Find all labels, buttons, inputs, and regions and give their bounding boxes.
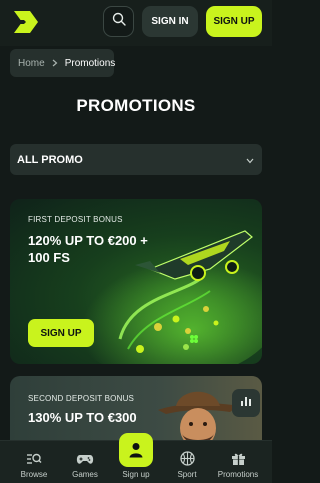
user-icon <box>129 443 143 458</box>
page-title: PROMOTIONS <box>76 96 196 115</box>
promo-filter-select[interactable]: ALL PROMO <box>10 144 262 175</box>
nav-item-games[interactable]: Games <box>58 441 112 483</box>
nav-item-sport[interactable]: Sport <box>160 441 214 483</box>
promo-title-line1: 120% UP TO €200 + <box>28 233 148 248</box>
promo-eyebrow: SECOND DEPOSIT BONUS <box>28 394 135 403</box>
browse-icon <box>27 453 42 464</box>
sign-up-button[interactable]: SIGN UP <box>206 6 262 37</box>
breadcrumb: Home Promotions <box>10 49 116 77</box>
promo-sign-up-button[interactable]: SIGN UP <box>28 319 94 347</box>
stats-button[interactable] <box>232 389 260 417</box>
search-button[interactable] <box>103 6 134 37</box>
breadcrumb-current: Promotions <box>64 57 116 69</box>
arrow-logo-icon[interactable] <box>10 7 40 37</box>
nav-label-games: Games <box>72 470 98 479</box>
nav-label-promotions: Promotions <box>217 470 259 479</box>
chevron-right-icon <box>52 59 58 67</box>
top-header: SIGN IN SIGN UP <box>0 0 272 46</box>
nav-item-browse[interactable]: Browse <box>7 441 61 483</box>
nav-label-sign-up: Sign up <box>122 470 150 479</box>
sign-in-button[interactable]: SIGN IN <box>142 6 198 37</box>
nav-item-promotions[interactable]: Promotions <box>211 441 265 483</box>
promotions-page: SIGN IN SIGN UP Home Promotions PROMOTIO… <box>0 0 272 483</box>
bar-chart-icon <box>240 394 252 412</box>
nav-label-browse: Browse <box>20 470 48 479</box>
promo-card-first-deposit[interactable]: FIRST DEPOSIT BONUS 120% UP TO €200 + 10… <box>10 199 262 364</box>
breadcrumb-home-link[interactable]: Home <box>18 58 45 69</box>
search-icon <box>112 12 126 31</box>
gift-icon <box>231 453 245 465</box>
chevron-down-icon <box>246 151 254 169</box>
gamepad-icon <box>76 455 94 464</box>
promo-filter-value: ALL PROMO <box>17 153 83 166</box>
basketball-icon <box>179 451 195 466</box>
promo-title-line2: 100 FS <box>28 250 70 265</box>
sign-up-nav-button[interactable] <box>119 433 153 467</box>
promo-title-line1: 130% UP TO €300 <box>28 410 137 425</box>
nav-label-sport: Sport <box>177 470 197 479</box>
promo-eyebrow: FIRST DEPOSIT BONUS <box>28 215 123 224</box>
